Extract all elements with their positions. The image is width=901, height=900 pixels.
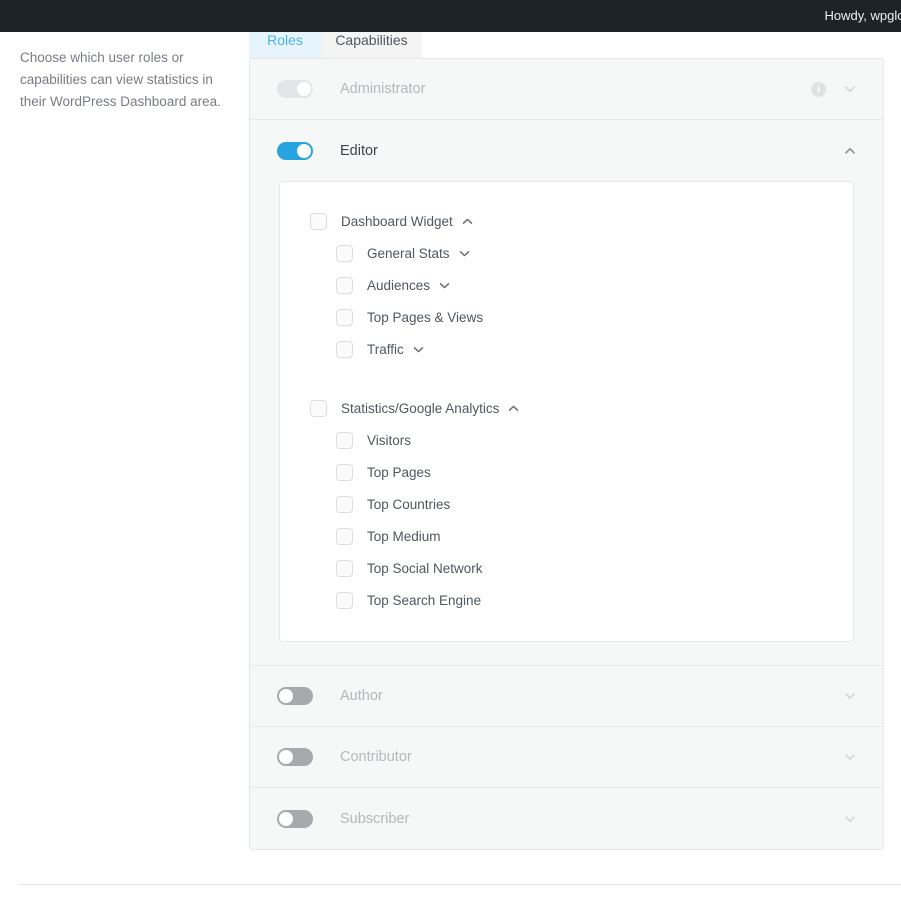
role-label-administrator: Administrator <box>340 81 426 97</box>
wp-admin-bar: Howdy, wpglos <box>0 0 901 32</box>
permission-label: Top Countries <box>367 496 451 512</box>
role-row-actions <box>843 666 857 726</box>
roles-card: Administrator i Editor Dashboard Widget … <box>249 58 884 850</box>
role-toggle-editor[interactable] <box>277 141 313 160</box>
permission-parent-dashboard-widget[interactable]: Dashboard Widget <box>280 205 853 237</box>
checkbox-top-pages[interactable] <box>336 463 353 481</box>
role-label-contributor: Contributor <box>340 749 412 765</box>
permission-item-top-pages[interactable]: Top Pages <box>280 456 853 488</box>
permission-label: Dashboard Widget <box>341 213 453 229</box>
role-toggle-administrator[interactable] <box>277 80 313 98</box>
toggle-knob <box>279 811 293 826</box>
permission-label: Top Social Network <box>367 560 483 576</box>
role-row-actions <box>843 727 857 787</box>
permission-item-top-countries[interactable]: Top Countries <box>280 488 853 520</box>
permission-item-visitors[interactable]: Visitors <box>280 424 853 456</box>
permission-label: Visitors <box>367 432 412 448</box>
role-row-actions: i <box>811 59 857 119</box>
section-description: Choose which user roles or capabilities … <box>20 50 221 109</box>
checkbox-top-countries[interactable] <box>336 495 353 513</box>
role-row-editor[interactable]: Editor <box>250 120 883 181</box>
toggle-knob <box>297 143 311 158</box>
permission-label: Top Pages & Views <box>367 309 484 325</box>
page-bottom-divider <box>20 884 901 885</box>
checkbox-top-pages-views[interactable] <box>336 308 353 326</box>
chevron-down-icon[interactable] <box>438 279 451 292</box>
chevron-up-icon[interactable] <box>507 402 520 415</box>
role-row-subscriber[interactable]: Subscriber <box>250 788 883 849</box>
chevron-down-icon[interactable] <box>843 689 857 703</box>
permission-item-top-medium[interactable]: Top Medium <box>280 520 853 552</box>
editor-permissions-panel: Dashboard Widget General Stats Audiences <box>279 181 854 642</box>
role-toggle-subscriber[interactable] <box>277 809 313 828</box>
role-label-author: Author <box>340 688 383 704</box>
permission-item-top-search-engine[interactable]: Top Search Engine <box>280 584 853 616</box>
checkbox-top-medium[interactable] <box>336 527 353 545</box>
permission-item-traffic[interactable]: Traffic <box>280 333 853 365</box>
checkbox-general-stats[interactable] <box>336 244 353 262</box>
info-icon[interactable]: i <box>811 81 826 97</box>
permission-label: Statistics/Google Analytics <box>341 400 500 416</box>
role-label-subscriber: Subscriber <box>340 810 410 827</box>
chevron-up-icon[interactable] <box>843 144 857 158</box>
permission-item-general-stats[interactable]: General Stats <box>280 237 853 269</box>
settings-description-column: Statistics Choose which user roles or ca… <box>20 18 232 113</box>
checkbox-audiences[interactable] <box>336 276 353 294</box>
toggle-knob <box>279 750 293 764</box>
role-label-editor: Editor <box>340 142 378 159</box>
role-row-actions <box>843 788 857 849</box>
permission-label: Audiences <box>367 277 431 293</box>
checkbox-traffic[interactable] <box>336 340 353 358</box>
permission-label: Top Medium <box>367 528 441 544</box>
admin-bar-howdy[interactable]: Howdy, wpglos <box>825 0 901 32</box>
chevron-down-icon[interactable] <box>843 750 857 764</box>
role-row-contributor[interactable]: Contributor <box>250 727 883 788</box>
role-toggle-contributor[interactable] <box>277 748 313 766</box>
permission-label: Traffic <box>367 341 404 357</box>
permission-item-top-social-network[interactable]: Top Social Network <box>280 552 853 584</box>
permission-item-audiences[interactable]: Audiences <box>280 269 853 301</box>
editor-permissions-panel-wrap: Dashboard Widget General Stats Audiences <box>250 181 883 666</box>
toggle-knob <box>297 82 311 96</box>
permission-group-statistics-google-analytics: Statistics/Google Analytics Visitors Top… <box>280 392 853 616</box>
role-row-actions <box>843 120 857 181</box>
permission-label: General Stats <box>367 245 450 261</box>
role-toggle-author[interactable] <box>277 687 313 705</box>
role-row-author[interactable]: Author <box>250 666 883 727</box>
chevron-down-icon[interactable] <box>412 343 425 356</box>
permission-label: Top Search Engine <box>367 592 482 608</box>
chevron-down-icon[interactable] <box>843 812 857 826</box>
checkbox-visitors[interactable] <box>336 431 353 449</box>
checkbox-top-social-network[interactable] <box>336 559 353 577</box>
permission-parent-statistics-google-analytics[interactable]: Statistics/Google Analytics <box>280 392 853 424</box>
toggle-knob <box>279 689 293 703</box>
checkbox-statistics-google-analytics[interactable] <box>310 399 327 417</box>
chevron-down-icon[interactable] <box>843 82 857 96</box>
role-row-administrator[interactable]: Administrator i <box>250 59 883 120</box>
permission-item-top-pages-views[interactable]: Top Pages & Views <box>280 301 853 333</box>
permission-group-dashboard-widget: Dashboard Widget General Stats Audiences <box>280 205 853 365</box>
permission-label: Top Pages <box>367 464 431 480</box>
chevron-up-icon[interactable] <box>461 215 474 228</box>
checkbox-dashboard-widget[interactable] <box>310 212 327 230</box>
checkbox-top-search-engine[interactable] <box>336 591 353 609</box>
chevron-down-icon[interactable] <box>458 247 471 260</box>
